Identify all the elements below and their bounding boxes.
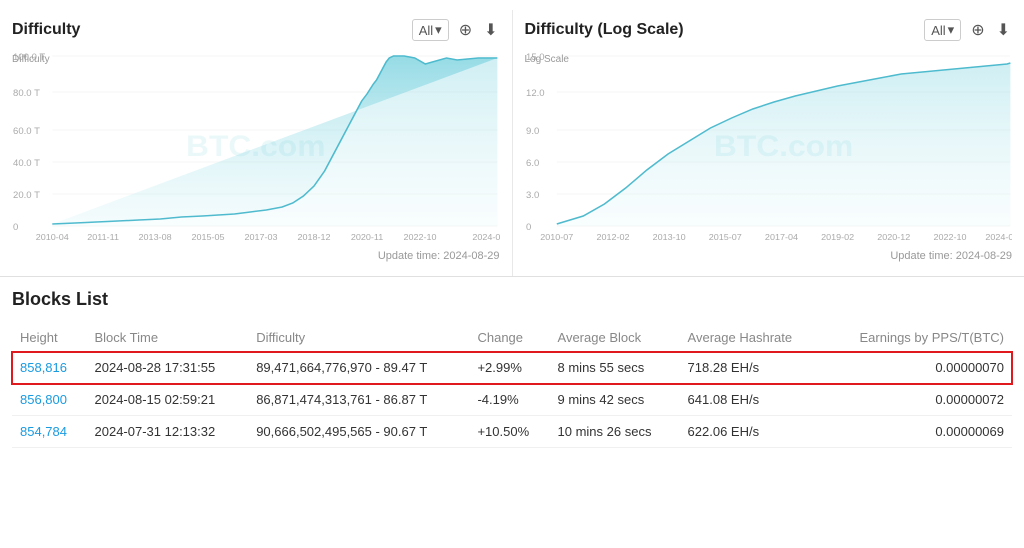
difficulty-log-chart-container: Difficulty (Log Scale) All ▾ ⊕ ⬇ Log Sca… bbox=[513, 10, 1024, 276]
svg-text:0: 0 bbox=[526, 222, 531, 232]
chart-controls-difficulty: All ▾ ⊕ ⬇ bbox=[412, 18, 500, 42]
svg-text:2017-04: 2017-04 bbox=[764, 232, 797, 241]
cell-block-time-1: 2024-08-15 02:59:21 bbox=[87, 384, 249, 416]
col-header-avg-block: Average Block bbox=[550, 324, 680, 352]
download-icon-log[interactable]: ⬇ bbox=[995, 18, 1012, 42]
all-dropdown-difficulty[interactable]: All ▾ bbox=[412, 19, 449, 41]
col-header-change: Change bbox=[469, 324, 549, 352]
chevron-down-icon-log: ▾ bbox=[948, 22, 955, 38]
cell-change-2: +10.50% bbox=[469, 416, 549, 448]
height-link-2[interactable]: 854,784 bbox=[20, 424, 67, 439]
col-header-block-time: Block Time bbox=[87, 324, 249, 352]
difficulty-chart-container: Difficulty All ▾ ⊕ ⬇ Difficulty 100.0 T … bbox=[0, 10, 513, 276]
svg-text:BTC.com: BTC.com bbox=[186, 129, 325, 163]
log-update-time: Update time: 2024-08-29 bbox=[525, 250, 1013, 268]
svg-text:2015-05: 2015-05 bbox=[192, 232, 225, 241]
cell-avg-hashrate-1: 641.08 EH/s bbox=[680, 384, 823, 416]
svg-text:20.0 T: 20.0 T bbox=[13, 190, 40, 200]
zoom-in-icon-difficulty[interactable]: ⊕ bbox=[457, 18, 474, 42]
cell-avg-block-1: 9 mins 42 secs bbox=[550, 384, 680, 416]
cell-avg-hashrate-0: 718.28 EH/s bbox=[680, 352, 823, 384]
svg-text:2013-10: 2013-10 bbox=[652, 232, 685, 241]
chart-title-log: Difficulty (Log Scale) bbox=[525, 21, 684, 39]
svg-text:2019-02: 2019-02 bbox=[821, 232, 854, 241]
cell-difficulty-0: 89,471,664,776,970 - 89.47 T bbox=[248, 352, 469, 384]
svg-text:6.0: 6.0 bbox=[526, 158, 539, 168]
cell-earnings-2: 0.00000069 bbox=[822, 416, 1012, 448]
cell-avg-block-2: 10 mins 26 secs bbox=[550, 416, 680, 448]
difficulty-log-chart-area: Log Scale 15.0 12.0 9.0 6.0 3.0 0 bbox=[525, 46, 1013, 246]
cell-difficulty-2: 90,666,502,495,565 - 90.67 T bbox=[248, 416, 469, 448]
log-y-label: Log Scale bbox=[525, 54, 569, 65]
chart-header-difficulty: Difficulty All ▾ ⊕ ⬇ bbox=[12, 18, 500, 42]
cell-block-time-0: 2024-08-28 17:31:55 bbox=[87, 352, 249, 384]
svg-text:2022-10: 2022-10 bbox=[403, 232, 436, 241]
table-row: 856,800 2024-08-15 02:59:21 86,871,474,3… bbox=[12, 384, 1012, 416]
col-header-avg-hashrate: Average Hashrate bbox=[680, 324, 823, 352]
svg-text:2012-02: 2012-02 bbox=[596, 232, 629, 241]
blocks-section: Blocks List Height Block Time Difficulty… bbox=[0, 277, 1024, 448]
svg-text:2018-12: 2018-12 bbox=[298, 232, 331, 241]
download-icon-difficulty[interactable]: ⬇ bbox=[482, 18, 499, 42]
zoom-in-icon-log[interactable]: ⊕ bbox=[969, 18, 986, 42]
cell-avg-block-0: 8 mins 55 secs bbox=[550, 352, 680, 384]
cell-height-2[interactable]: 854,784 bbox=[12, 416, 87, 448]
svg-text:2022-10: 2022-10 bbox=[933, 232, 966, 241]
height-link-0[interactable]: 858,816 bbox=[20, 360, 67, 375]
svg-text:2013-08: 2013-08 bbox=[139, 232, 172, 241]
svg-text:3.0: 3.0 bbox=[526, 190, 539, 200]
svg-text:BTC.com: BTC.com bbox=[713, 129, 852, 163]
cell-height-0[interactable]: 858,816 bbox=[12, 352, 87, 384]
table-header-row: Height Block Time Difficulty Change Aver… bbox=[12, 324, 1012, 352]
cell-difficulty-1: 86,871,474,313,761 - 86.87 T bbox=[248, 384, 469, 416]
cell-change-0: +2.99% bbox=[469, 352, 549, 384]
svg-text:60.0 T: 60.0 T bbox=[13, 126, 40, 136]
col-header-earnings: Earnings by PPS/T(BTC) bbox=[822, 324, 1012, 352]
svg-text:2011-11: 2011-11 bbox=[87, 232, 119, 241]
col-header-height: Height bbox=[12, 324, 87, 352]
chart-header-log: Difficulty (Log Scale) All ▾ ⊕ ⬇ bbox=[525, 18, 1013, 42]
svg-text:12.0: 12.0 bbox=[526, 88, 545, 98]
cell-avg-hashrate-2: 622.06 EH/s bbox=[680, 416, 823, 448]
chevron-down-icon: ▾ bbox=[435, 22, 442, 38]
col-header-difficulty: Difficulty bbox=[248, 324, 469, 352]
difficulty-chart-area: Difficulty 100.0 T 80.0 T 60.0 T 40.0 T … bbox=[12, 46, 500, 246]
svg-text:2020-12: 2020-12 bbox=[877, 232, 910, 241]
height-link-1[interactable]: 856,800 bbox=[20, 392, 67, 407]
difficulty-y-label: Difficulty bbox=[12, 54, 50, 65]
difficulty-update-time: Update time: 2024-08-29 bbox=[12, 250, 500, 268]
log-chart-svg: 15.0 12.0 9.0 6.0 3.0 0 bbox=[525, 46, 1013, 241]
table-row: 854,784 2024-07-31 12:13:32 90,666,502,4… bbox=[12, 416, 1012, 448]
cell-block-time-2: 2024-07-31 12:13:32 bbox=[87, 416, 249, 448]
svg-text:2024-08: 2024-08 bbox=[985, 232, 1012, 241]
svg-text:40.0 T: 40.0 T bbox=[13, 158, 40, 168]
cell-change-1: -4.19% bbox=[469, 384, 549, 416]
cell-height-1[interactable]: 856,800 bbox=[12, 384, 87, 416]
svg-text:2015-07: 2015-07 bbox=[708, 232, 741, 241]
svg-text:2020-11: 2020-11 bbox=[351, 232, 383, 241]
svg-text:0: 0 bbox=[13, 222, 18, 232]
chart-controls-log: All ▾ ⊕ ⬇ bbox=[924, 18, 1012, 42]
chart-title-difficulty: Difficulty bbox=[12, 21, 80, 39]
blocks-table: Height Block Time Difficulty Change Aver… bbox=[12, 324, 1012, 448]
cell-earnings-1: 0.00000072 bbox=[822, 384, 1012, 416]
svg-text:2017-03: 2017-03 bbox=[245, 232, 278, 241]
table-row: 858,816 2024-08-28 17:31:55 89,471,664,7… bbox=[12, 352, 1012, 384]
all-dropdown-log[interactable]: All ▾ bbox=[924, 19, 961, 41]
svg-text:80.0 T: 80.0 T bbox=[13, 88, 40, 98]
blocks-list-title: Blocks List bbox=[12, 289, 1012, 310]
charts-section: Difficulty All ▾ ⊕ ⬇ Difficulty 100.0 T … bbox=[0, 0, 1024, 277]
svg-text:2024-08: 2024-08 bbox=[472, 232, 499, 241]
difficulty-chart-svg: 100.0 T 80.0 T 60.0 T 40.0 T 20.0 T 0 bbox=[12, 46, 500, 241]
svg-text:2010-07: 2010-07 bbox=[540, 232, 573, 241]
svg-text:2010-04: 2010-04 bbox=[36, 232, 69, 241]
svg-text:9.0: 9.0 bbox=[526, 126, 539, 136]
cell-earnings-0: 0.00000070 bbox=[822, 352, 1012, 384]
